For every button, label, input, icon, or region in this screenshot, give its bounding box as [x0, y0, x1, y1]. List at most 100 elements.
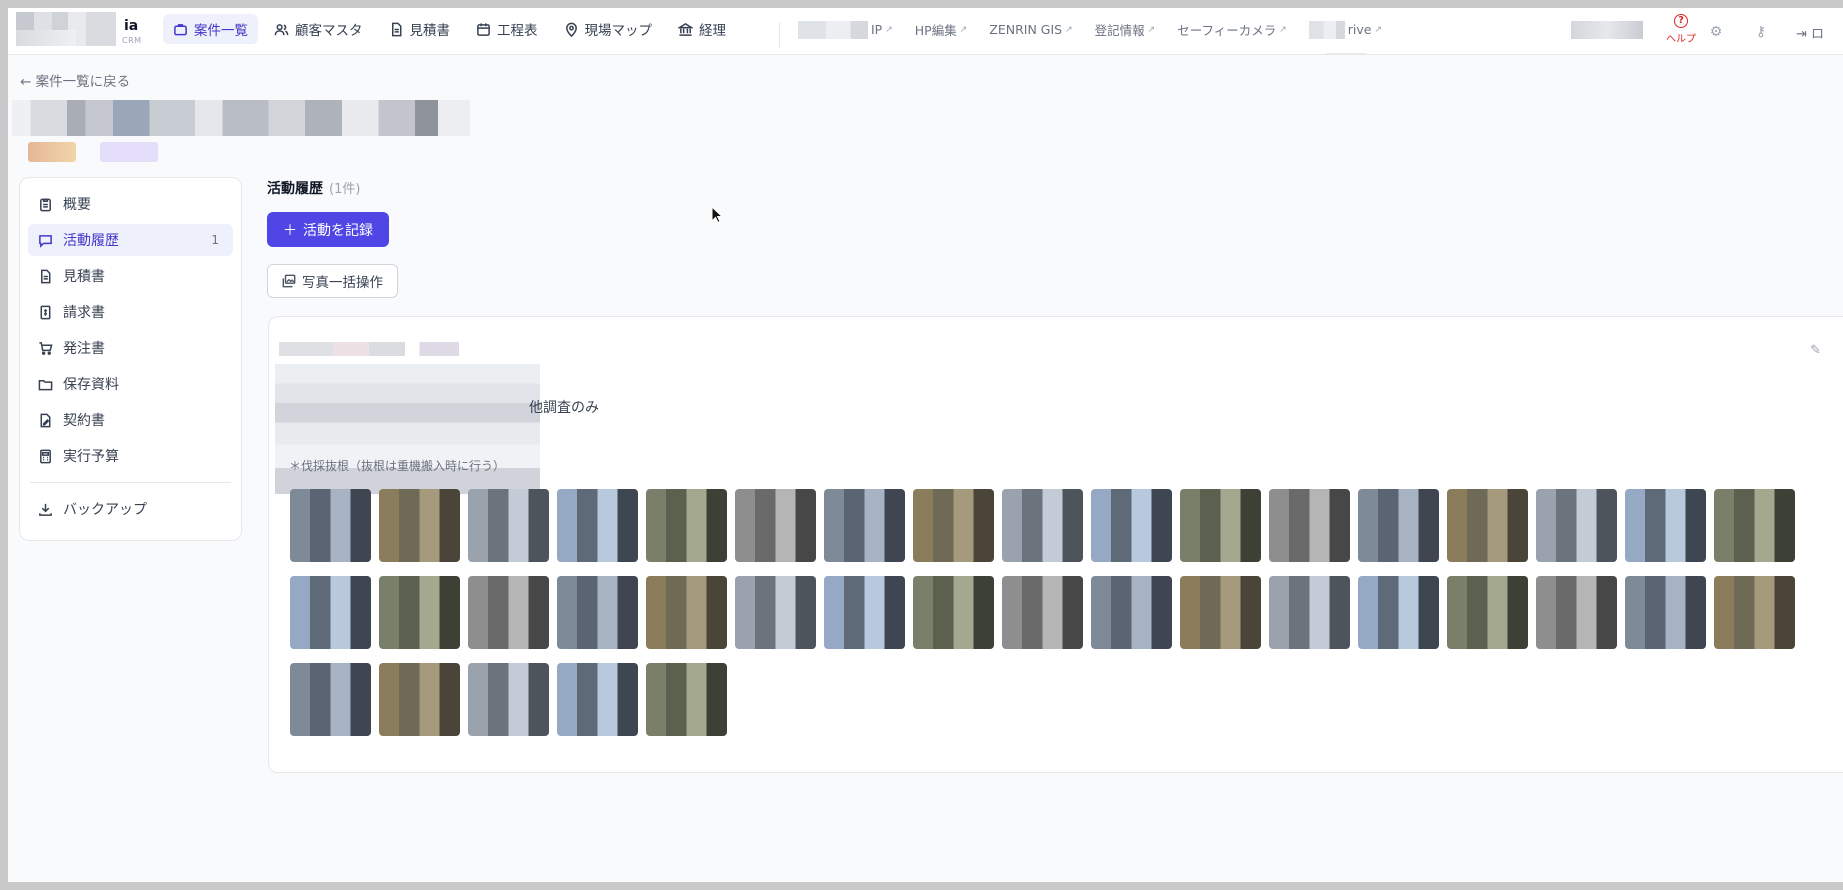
photo-thumbnail[interactable]: [468, 489, 549, 562]
photo-thumbnail[interactable]: [1447, 489, 1528, 562]
photo-thumbnail[interactable]: [1091, 576, 1172, 649]
pencil-icon[interactable]: ✎: [1810, 343, 1821, 358]
photo-thumbnail[interactable]: [1091, 489, 1172, 562]
photo-thumbnail[interactable]: [1447, 576, 1528, 649]
photo-thumbnail[interactable]: [646, 576, 727, 649]
external-link-icon: ↗: [885, 24, 893, 35]
case-title-blurred: [12, 100, 470, 136]
external-link-icon: ↗: [1279, 24, 1287, 35]
photo-thumbnail[interactable]: [1625, 576, 1706, 649]
sidebar-item-label: 活動履歴: [63, 233, 119, 249]
photo-thumbnail[interactable]: [913, 489, 994, 562]
sidebar-item-contracts[interactable]: 契約書: [28, 404, 233, 436]
nav-item-site-map[interactable]: 現場マップ: [554, 14, 663, 44]
nav-label: 見積書: [409, 23, 451, 39]
photo-thumbnail[interactable]: [1002, 489, 1083, 562]
photo-bulk-action-button[interactable]: 写真一括操作: [267, 264, 398, 298]
logout-button[interactable]: ⇥ ロ: [1796, 23, 1824, 42]
photo-thumbnail[interactable]: [1269, 576, 1350, 649]
photo-thumbnail[interactable]: [379, 663, 460, 736]
sidebar-item-stored-files[interactable]: 保存資料: [28, 368, 233, 400]
external-link-hp[interactable]: HP編集 ↗: [915, 20, 967, 39]
photo-thumbnail[interactable]: [1358, 489, 1439, 562]
contract-icon: [40, 413, 51, 427]
photo-thumbnail[interactable]: [1536, 489, 1617, 562]
sidebar-item-purchase-orders[interactable]: 発注書: [28, 332, 233, 364]
activity-meta-blurred: [279, 342, 459, 356]
photo-thumbnail[interactable]: [735, 576, 816, 649]
blurred-text: [798, 20, 868, 39]
back-link-label: 案件一覧に戻る: [35, 74, 131, 90]
photo-thumbnail[interactable]: [557, 576, 638, 649]
photo-thumbnail[interactable]: [1002, 576, 1083, 649]
nav-item-estimates[interactable]: 見積書: [379, 14, 461, 44]
photo-row: [290, 489, 1843, 562]
nav-item-accounting[interactable]: 経理: [668, 14, 736, 44]
record-activity-label: 活動を記録: [303, 222, 373, 239]
document-icon: [391, 22, 401, 36]
briefcase-icon: [174, 23, 187, 35]
activity-subtext: ＊伐採抜根（抜根は重機搬入時に行う）: [289, 459, 506, 473]
sidebar-item-activity[interactable]: 活動履歴 1: [28, 224, 233, 256]
calculator-icon: [40, 449, 51, 463]
sidebar-item-estimates[interactable]: 見積書: [28, 260, 233, 292]
nav-item-cases[interactable]: 案件一覧: [163, 14, 258, 44]
sidebar-item-backup[interactable]: バックアップ: [28, 493, 233, 525]
photo-thumbnail[interactable]: [1714, 576, 1795, 649]
photo-thumbnail[interactable]: [913, 576, 994, 649]
photo-thumbnail[interactable]: [468, 663, 549, 736]
photo-thumbnail[interactable]: [290, 576, 371, 649]
nav-item-customers[interactable]: 顧客マスタ: [264, 14, 373, 44]
record-activity-button[interactable]: ＋ 活動を記録: [267, 212, 389, 247]
photo-thumbnail[interactable]: [1536, 576, 1617, 649]
download-icon: [39, 503, 52, 516]
photo-thumbnail[interactable]: [735, 489, 816, 562]
photo-thumbnail[interactable]: [557, 663, 638, 736]
photo-bulk-action-label: 写真一括操作: [302, 275, 383, 291]
category-badge: [100, 142, 158, 162]
sidebar-item-overview[interactable]: 概要: [28, 188, 233, 220]
app-name: ia: [124, 18, 139, 34]
sidebar-item-invoices[interactable]: 請求書: [28, 296, 233, 328]
photo-thumbnail[interactable]: [379, 576, 460, 649]
sidebar-item-label: 見積書: [63, 269, 105, 285]
photo-thumbnail[interactable]: [646, 663, 727, 736]
external-link-ip[interactable]: IP ↗: [798, 20, 893, 39]
external-link-icon: ↗: [1374, 24, 1383, 35]
nav-item-schedule[interactable]: 工程表: [466, 14, 548, 44]
photo-thumbnail[interactable]: [290, 663, 371, 736]
sidebar-item-label: 発注書: [63, 341, 105, 357]
photo-thumbnail[interactable]: [290, 489, 371, 562]
section-count: (1件): [329, 182, 361, 197]
photo-thumbnail[interactable]: [468, 576, 549, 649]
help-button[interactable]: ? ヘルプ: [1661, 14, 1701, 45]
external-link-zenrin[interactable]: ZENRIN GIS ↗: [989, 20, 1072, 39]
app-subtitle: CRM: [122, 36, 142, 45]
app-logo[interactable]: ia CRM: [16, 12, 141, 48]
nav-divider: [779, 22, 780, 48]
photo-thumbnail[interactable]: [1358, 576, 1439, 649]
gear-icon[interactable]: ⚙: [1708, 24, 1724, 40]
nav-label: 顧客マスタ: [295, 23, 363, 39]
photo-thumbnail[interactable]: [379, 489, 460, 562]
plus-icon: ＋: [283, 222, 297, 239]
photo-thumbnail[interactable]: [1180, 489, 1261, 562]
external-link-icon: ↗: [959, 24, 968, 35]
photo-thumbnail[interactable]: [1714, 489, 1795, 562]
photo-thumbnail[interactable]: [1180, 576, 1261, 649]
photo-thumbnail[interactable]: [824, 576, 905, 649]
photo-thumbnail[interactable]: [1269, 489, 1350, 562]
external-link-registry[interactable]: 登記情報 ↗: [1095, 20, 1156, 39]
external-link-icon: ↗: [1065, 24, 1073, 35]
external-link-drive[interactable]: rive ↗: [1308, 20, 1383, 39]
back-link[interactable]: ← 案件一覧に戻る: [20, 70, 130, 90]
key-icon[interactable]: ⚷: [1753, 24, 1769, 40]
photo-thumbnail[interactable]: [824, 489, 905, 562]
external-link-safie-camera[interactable]: セーフィーカメラ ↗: [1177, 20, 1287, 39]
nav-label: 工程表: [497, 23, 538, 39]
photo-thumbnail[interactable]: [557, 489, 638, 562]
sidebar-item-budget[interactable]: 実行予算: [28, 440, 233, 472]
photo-thumbnail[interactable]: [1625, 489, 1706, 562]
sidebar-divider: [30, 482, 231, 483]
photo-thumbnail[interactable]: [646, 489, 727, 562]
